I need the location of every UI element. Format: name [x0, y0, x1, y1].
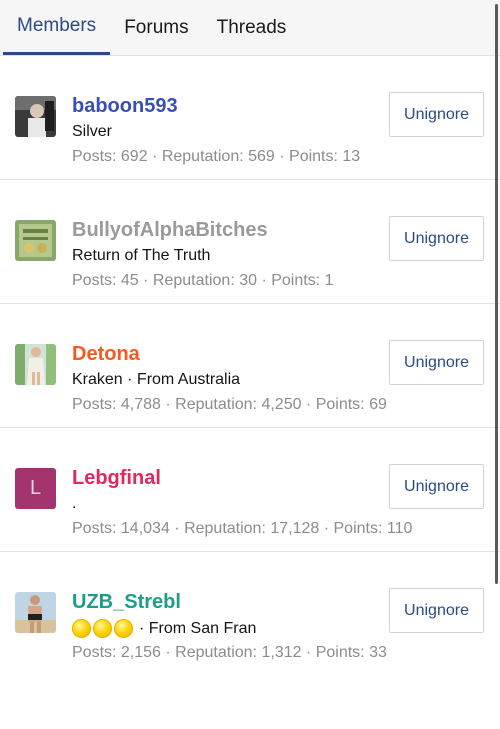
member-name[interactable]: baboon593	[72, 95, 178, 118]
unignore-button[interactable]: Unignore	[389, 340, 484, 385]
list-item: UZB_Strebl · From San Fran Posts: 2,156 …	[0, 552, 500, 676]
member-name[interactable]: Lebgfinal	[72, 467, 161, 490]
avatar[interactable]	[15, 592, 56, 633]
ignored-members-list: baboon593 Silver Posts: 692 · Reputation…	[0, 56, 500, 676]
member-title: Return of The Truth	[72, 247, 210, 265]
unignore-button[interactable]: Unignore	[389, 92, 484, 137]
member-name[interactable]: Detona	[72, 343, 140, 366]
member-title-text: Return of The Truth	[72, 247, 211, 264]
avatar[interactable]	[15, 344, 56, 385]
avatar[interactable]	[15, 96, 56, 137]
star-coin-icon	[72, 619, 91, 638]
tab-bar: Members Forums Threads	[0, 0, 500, 56]
member-name[interactable]: UZB_Strebl	[72, 591, 181, 614]
avatar-letter: L	[29, 477, 42, 499]
member-title: Silver	[72, 123, 112, 141]
avatar[interactable]	[15, 220, 56, 261]
member-stats: Posts: 14,034 · Reputation: 17,128 · Poi…	[72, 520, 413, 537]
member-stats: Posts: 45 · Reputation: 30 · Points: 1	[72, 272, 334, 289]
unignore-button[interactable]: Unignore	[389, 464, 484, 509]
member-title-text: Silver	[72, 123, 113, 140]
member-name[interactable]: BullyofAlphaBitches	[72, 219, 268, 242]
avatar[interactable]: L	[15, 468, 56, 509]
member-stats: Posts: 2,156 · Reputation: 1,312 · Point…	[72, 644, 387, 661]
star-coin-icon	[93, 619, 112, 638]
member-title: Kraken · From Australia	[72, 371, 240, 389]
member-title: .	[72, 495, 76, 513]
scrollbar[interactable]	[495, 4, 498, 584]
list-item: L Lebgfinal . Posts: 14,034 · Reputation…	[0, 428, 500, 552]
tab-threads[interactable]: Threads	[203, 0, 301, 55]
member-title-text: Kraken · From Australia	[72, 371, 241, 388]
list-item: Detona Kraken · From Australia Posts: 4,…	[0, 304, 500, 428]
member-title-text: · From San Fran	[139, 619, 257, 637]
member-title-text: .	[72, 495, 77, 512]
list-item: baboon593 Silver Posts: 692 · Reputation…	[0, 56, 500, 180]
list-item: BullyofAlphaBitches Return of The Truth …	[0, 180, 500, 304]
member-title: · From San Fran	[72, 619, 256, 638]
tab-forums[interactable]: Forums	[110, 0, 202, 55]
unignore-button[interactable]: Unignore	[389, 216, 484, 261]
member-stats: Posts: 692 · Reputation: 569 · Points: 1…	[72, 148, 361, 165]
tab-members[interactable]: Members	[3, 0, 111, 55]
star-coin-icon	[114, 619, 133, 638]
unignore-button[interactable]: Unignore	[389, 588, 484, 633]
member-stats: Posts: 4,788 · Reputation: 4,250 · Point…	[72, 396, 387, 413]
